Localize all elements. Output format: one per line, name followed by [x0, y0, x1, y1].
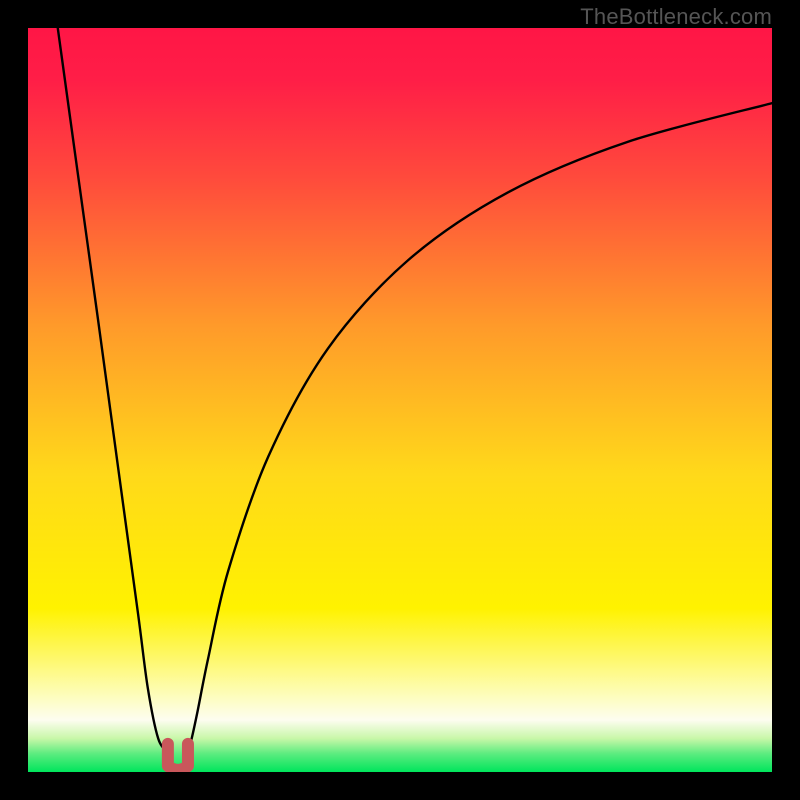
plot-area — [28, 28, 772, 772]
chart-frame: TheBottleneck.com — [0, 0, 800, 800]
watermark-text: TheBottleneck.com — [580, 4, 772, 30]
bottleneck-chart — [28, 28, 772, 772]
gradient-background — [28, 28, 772, 772]
